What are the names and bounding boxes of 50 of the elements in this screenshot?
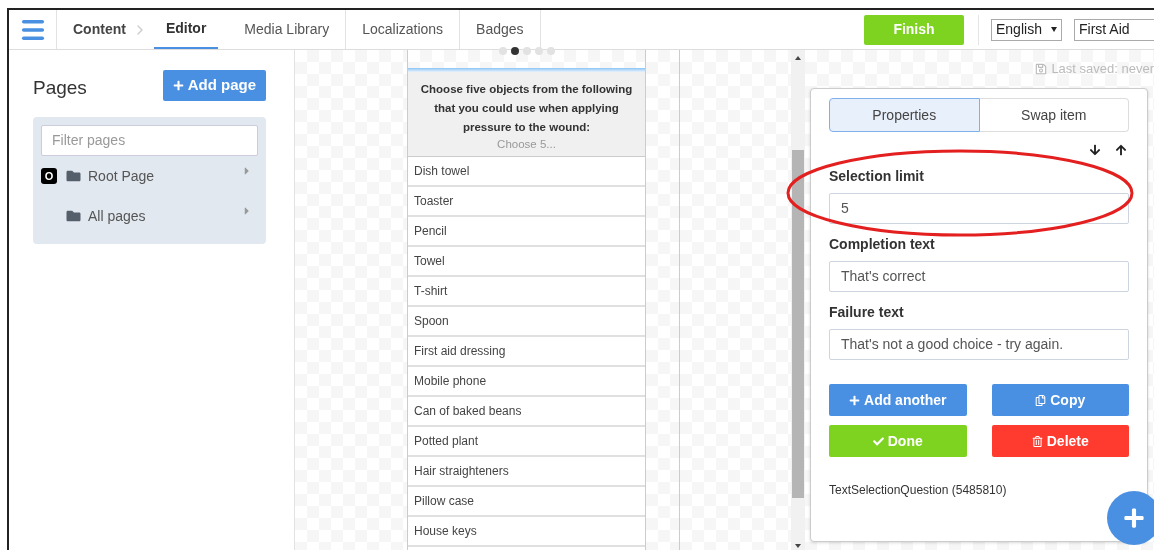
app-select[interactable]: First Aid: [1074, 18, 1154, 41]
pages-heading: Pages: [33, 76, 87, 100]
last-saved-text: Last saved: never: [1051, 60, 1154, 79]
answer-option[interactable]: House keys: [408, 517, 645, 547]
move-up-icon[interactable]: [1115, 144, 1127, 156]
page-tree-item[interactable]: All pages: [41, 196, 258, 236]
field-label: Selection limit: [829, 167, 925, 186]
text-field[interactable]: That's correct: [829, 261, 1129, 292]
save-icon: [1035, 63, 1048, 75]
answer-option[interactable]: Hair straighteners: [408, 457, 645, 487]
text-field[interactable]: That's not a good choice - try again.: [829, 329, 1129, 360]
nav-tab[interactable]: Localizations: [346, 10, 461, 49]
answer-option[interactable]: Toaster: [408, 187, 645, 217]
plus-icon: [172, 79, 184, 91]
answer-option[interactable]: Towel: [408, 247, 645, 277]
folder-icon: [65, 209, 82, 223]
answer-option[interactable]: Dish towel: [408, 157, 645, 187]
answer-option[interactable]: Mobile phone: [408, 367, 645, 397]
question-text: Choose five objects from the following that you could use when applying pressure to the wound:: [419, 82, 634, 135]
answer-option[interactable]: Potted plant: [408, 427, 645, 457]
dropdown-caret-icon: [1051, 27, 1057, 32]
language-select[interactable]: English: [991, 18, 1062, 41]
field-label: Failure text: [829, 303, 905, 322]
item-type-text: TextSelectionQuestion (5485810): [829, 482, 1008, 499]
hint-text: Choose 5...: [496, 137, 557, 152]
inspector-tab[interactable]: Properties: [829, 98, 980, 132]
trash-icon: [1031, 435, 1043, 447]
filter-field[interactable]: Filter pages: [41, 124, 258, 156]
folder-icon: [65, 169, 82, 183]
delete-button[interactable]: Delete: [991, 425, 1129, 457]
text-field[interactable]: 5: [829, 193, 1129, 224]
page-tree-item[interactable]: O Root Page: [41, 156, 258, 196]
scrollbar-thumb[interactable]: [792, 150, 804, 498]
answer-option[interactable]: Pencil: [408, 217, 645, 247]
answer-option[interactable]: T-shirt: [408, 277, 645, 307]
plus-icon: [849, 394, 860, 406]
answer-option[interactable]: Pillow case: [408, 487, 645, 517]
answer-option[interactable]: Can of baked beans: [408, 397, 645, 427]
field-label: Completion text: [829, 235, 936, 254]
add-fab[interactable]: [1107, 491, 1154, 545]
inspector-tab[interactable]: Swap item: [979, 98, 1129, 132]
move-down-icon[interactable]: [1089, 144, 1101, 156]
copy-icon: [1035, 394, 1047, 406]
answer-option[interactable]: First aid dressing: [408, 337, 645, 367]
breadcrumb-link[interactable]: Content: [73, 19, 126, 40]
page-badge: O: [41, 168, 57, 184]
plus-icon: [1123, 507, 1145, 529]
check-icon: [872, 435, 884, 447]
answer-option[interactable]: Spoon: [408, 307, 645, 337]
nav-tab[interactable]: Media Library: [228, 10, 347, 49]
